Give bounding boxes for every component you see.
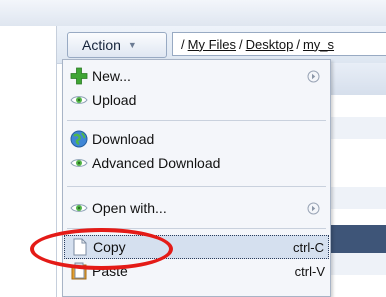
path-separator: /	[181, 36, 185, 52]
breadcrumb-current-folder[interactable]: my_s	[303, 37, 334, 52]
menu-item-open-with[interactable]: Open with...	[64, 196, 329, 220]
breadcrumb-my-files[interactable]: My Files	[188, 37, 236, 52]
menu-item-label: Download	[92, 131, 155, 147]
menu-item-label: Open with...	[92, 200, 167, 216]
file-row-selected[interactable]	[330, 225, 386, 253]
menu-item-label: Advanced Download	[92, 155, 221, 171]
path-separator: /	[296, 36, 300, 52]
eye-icon	[68, 198, 90, 218]
dropdown-arrow-icon: ▼	[127, 40, 137, 50]
menu-item-copy[interactable]: Copy ctrl-C	[64, 235, 329, 259]
menu-item-label: New...	[92, 68, 131, 84]
menu-item-paste[interactable]: Paste ctrl-V	[64, 259, 329, 283]
left-navigation-pane	[0, 26, 57, 297]
copy-icon	[69, 237, 91, 257]
action-context-menu: New... Upload Download Advanced Download…	[62, 59, 331, 297]
eye-icon	[68, 153, 90, 173]
menu-separator	[67, 228, 326, 229]
top-header-band	[0, 0, 386, 27]
path-separator: /	[239, 36, 243, 52]
menu-item-label: Upload	[92, 92, 137, 108]
menu-item-label: Copy	[93, 239, 126, 255]
paste-icon	[68, 261, 90, 281]
menu-separator	[67, 120, 326, 121]
menu-item-shortcut: ctrl-V	[294, 263, 325, 279]
menu-item-advanced-download[interactable]: Advanced Download	[64, 151, 329, 175]
plus-icon	[68, 66, 90, 86]
menu-item-shortcut: ctrl-C	[292, 239, 324, 255]
globe-icon	[68, 129, 90, 149]
file-list-header	[330, 63, 386, 95]
file-row[interactable]	[330, 187, 386, 209]
action-button-label: Action	[82, 37, 121, 53]
menu-item-upload[interactable]: Upload	[64, 88, 329, 112]
file-row[interactable]	[330, 253, 386, 275]
file-row[interactable]	[330, 95, 386, 117]
menu-item-download[interactable]: Download	[64, 127, 329, 151]
eye-icon	[68, 90, 90, 110]
file-row[interactable]	[330, 117, 386, 139]
submenu-arrow-icon	[305, 68, 321, 84]
submenu-arrow-icon	[305, 200, 321, 216]
menu-item-new[interactable]: New...	[64, 64, 329, 88]
breadcrumb-desktop[interactable]: Desktop	[246, 37, 294, 52]
menu-separator	[67, 186, 326, 187]
action-menu-button[interactable]: Action ▼	[67, 32, 167, 58]
menu-item-label: Paste	[92, 263, 128, 279]
breadcrumb: / My Files / Desktop / my_s	[172, 32, 386, 56]
